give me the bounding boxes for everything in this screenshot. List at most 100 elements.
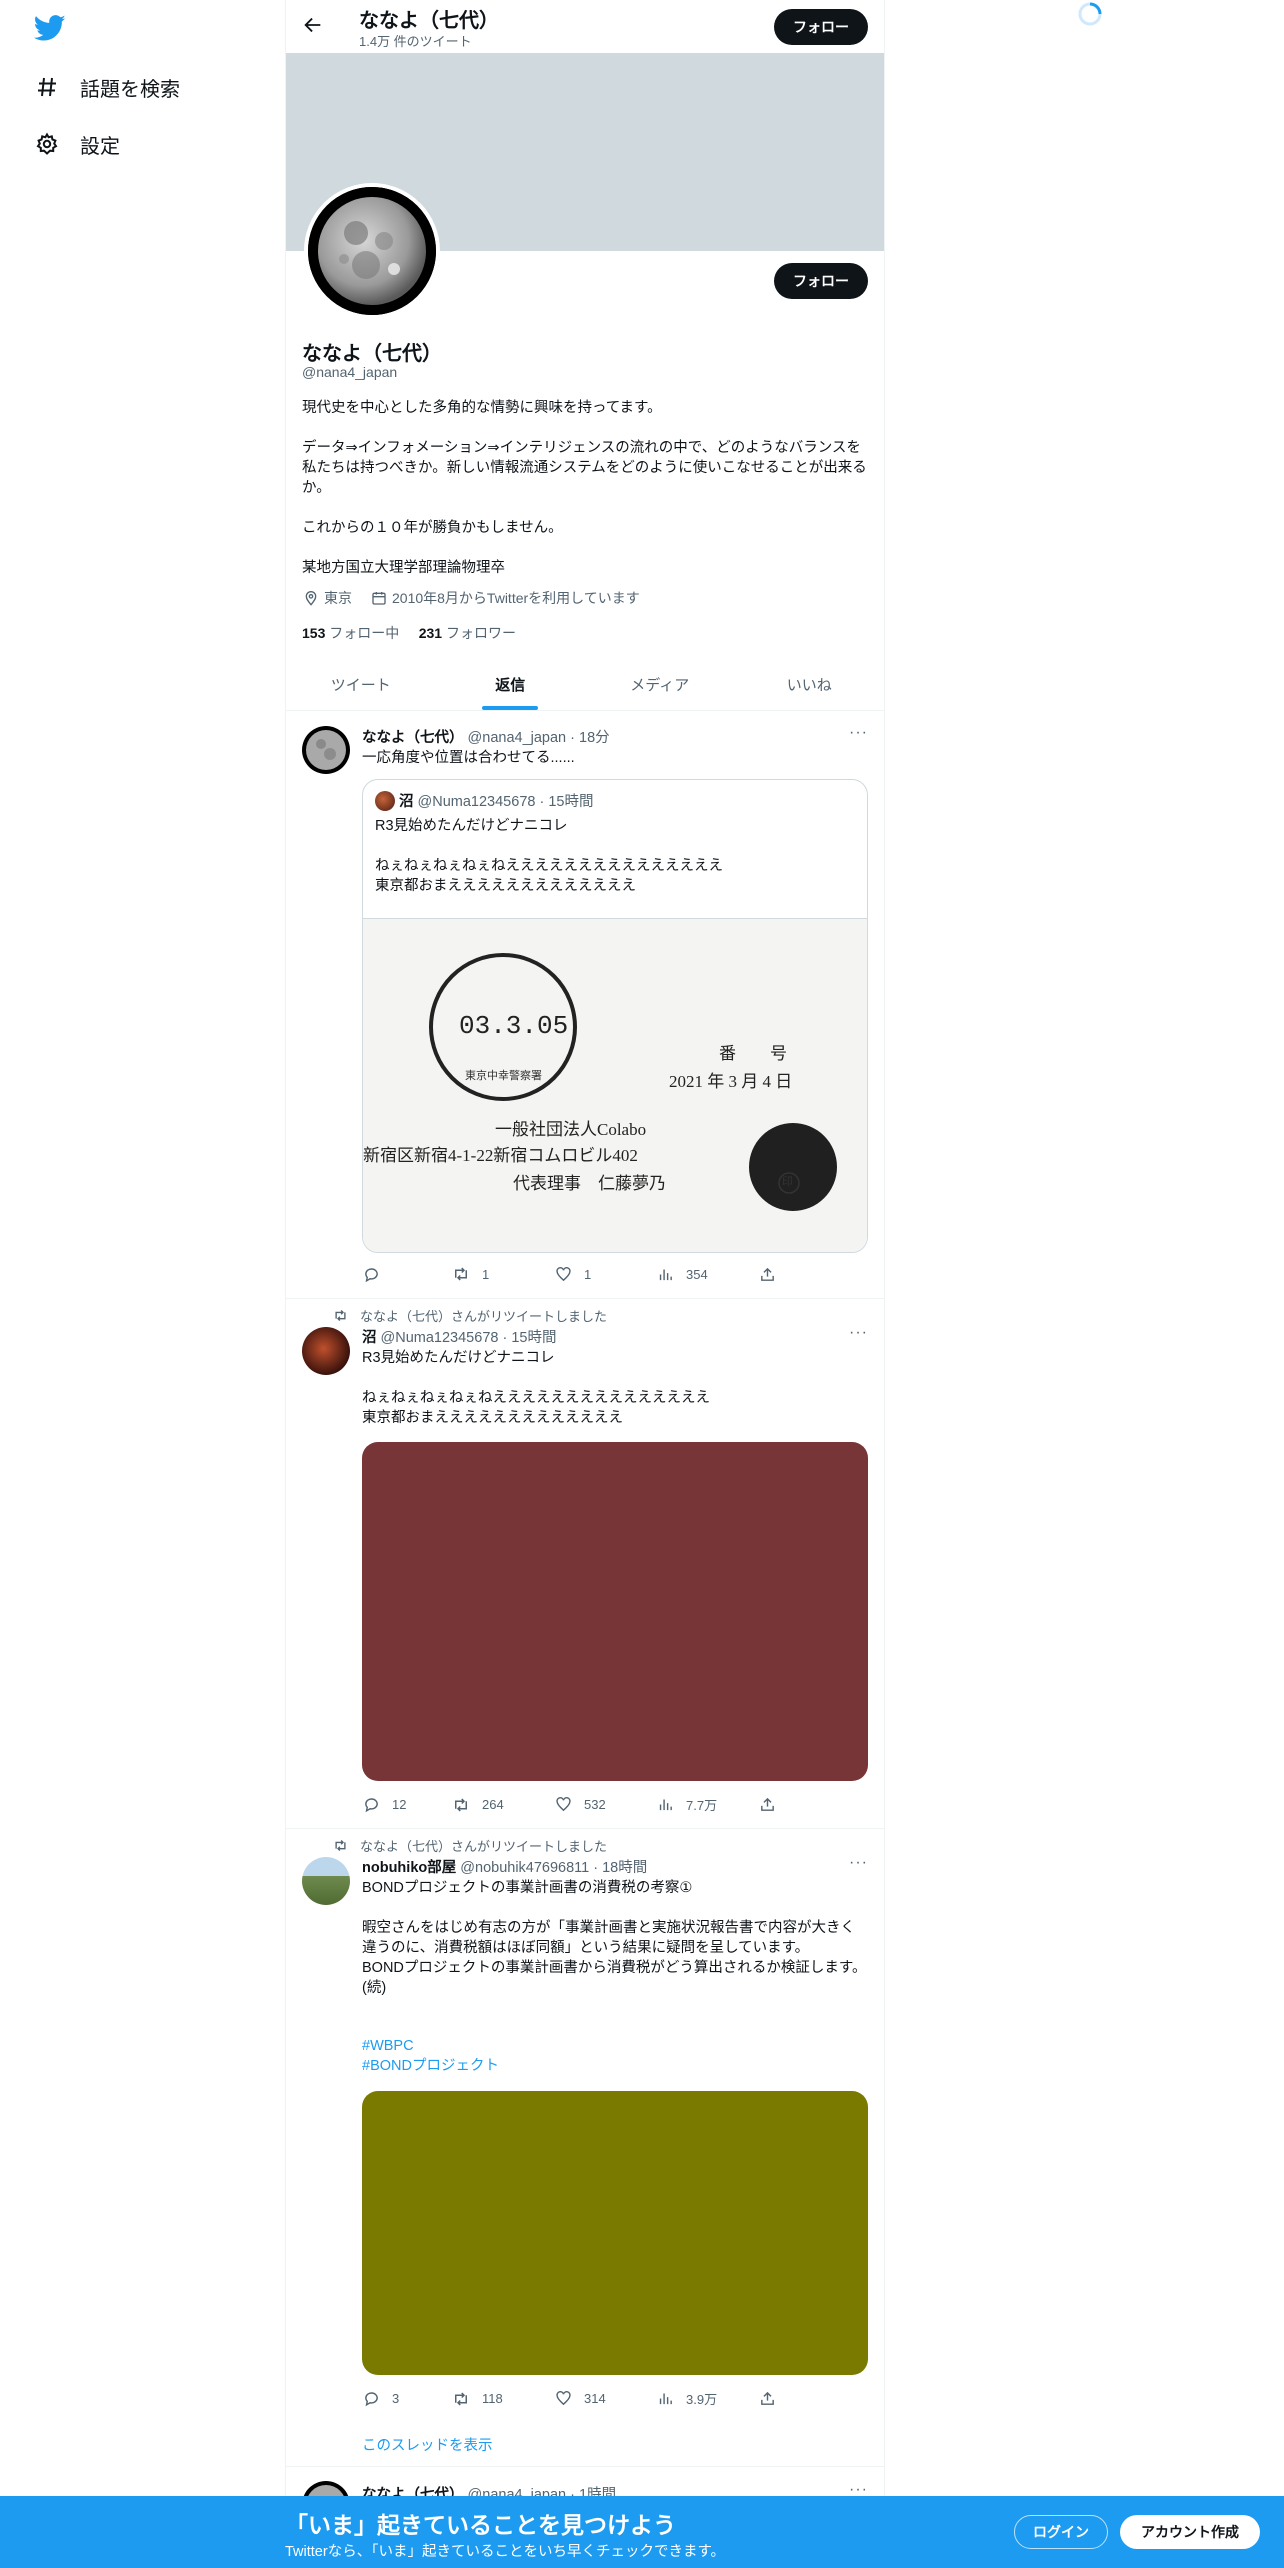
quoted-tweet-text: R3見始めたんだけどナニコレ ねぇねぇねぇねぇねえええええええええええええええ … <box>375 818 723 894</box>
nav-item-explore-label: 話題を検索 <box>80 78 180 101</box>
retweet-icon <box>452 1265 470 1283</box>
tweet-actions: 3 118 314 3.9万 <box>362 2389 802 2408</box>
share-button[interactable] <box>758 1265 788 1283</box>
reply-button[interactable]: 3 <box>362 2389 452 2408</box>
share-icon <box>758 1796 776 1814</box>
tweet-header: ななよ（七代） @nana4_japan · 18分 <box>362 730 610 746</box>
retweet-button[interactable]: 1 <box>452 1265 554 1283</box>
heart-icon <box>554 1796 572 1814</box>
profile-meta: 東京 2010年8月からTwitterを利用しています <box>302 588 640 608</box>
reply-icon <box>362 2390 380 2408</box>
retweet-context: ななよ（七代）さんがリツイートしました <box>330 1306 607 1325</box>
avatar[interactable] <box>302 1327 350 1375</box>
profile-name: ななよ（七代） <box>302 343 442 365</box>
reply-icon <box>362 1265 380 1283</box>
views-button[interactable]: 354 <box>656 1265 758 1283</box>
avatar <box>375 790 395 811</box>
views-chart-icon <box>656 1265 674 1283</box>
login-prompt-bar: 「いま」起きていることを見つけよう Twitterなら、「いま」起きていることを… <box>0 2496 1284 2568</box>
retweet-context: ななよ（七代）さんがリツイートしました <box>330 1836 607 1855</box>
like-button[interactable]: 314 <box>554 2389 656 2408</box>
tab-tweets[interactable]: ツイート <box>286 658 436 710</box>
loading-spinner-icon <box>1077 1 1103 27</box>
nav-item-explore[interactable]: 話題を検索 <box>34 67 180 107</box>
login-prompt-title: 「いま」起きていることを見つけよう <box>285 2512 676 2538</box>
heart-icon <box>554 1265 572 1283</box>
like-button[interactable]: 532 <box>554 1795 656 1814</box>
nav-item-settings-label: 設定 <box>80 135 120 158</box>
reply-icon <box>362 1796 380 1814</box>
profile-location: 東京 <box>324 590 352 606</box>
tweet[interactable]: ななよ（七代） @nana4_japan · 18分 ··· 一応角度や位置は合… <box>286 712 884 1299</box>
profile-handle: @nana4_japan <box>302 364 398 380</box>
quoted-tweet-header: 沼 @Numa12345678 · 15時間 <box>375 790 593 811</box>
left-navigation: 話題を検索 設定 <box>0 0 285 2568</box>
hashtag-icon <box>34 74 60 100</box>
share-icon <box>758 1265 776 1283</box>
share-button[interactable] <box>758 2389 788 2408</box>
share-button[interactable] <box>758 1795 788 1814</box>
doc-number-label: 番 号 <box>719 1044 787 1063</box>
avatar[interactable] <box>302 726 350 774</box>
views-button[interactable]: 7.7万 <box>656 1795 758 1814</box>
stamp-date: 03.3.05 <box>459 1011 569 1041</box>
doc-seal: 印 <box>782 1176 793 1188</box>
tweet-header: nobuhiko部屋 @nobuhik47696811 · 18時間 <box>362 1860 648 1876</box>
profile-joined-date: 2010年8月からTwitterを利用しています <box>392 590 640 606</box>
doc-organization: 一般社団法人Colabo <box>495 1120 647 1139</box>
retweet-icon <box>452 1796 470 1814</box>
more-options-icon[interactable]: ··· <box>849 1324 868 1342</box>
views-button[interactable]: 3.9万 <box>656 2389 758 2408</box>
reply-button[interactable]: 12 <box>362 1795 452 1814</box>
tweet-actions: 12 264 532 7.7万 <box>362 1795 802 1814</box>
views-chart-icon <box>656 1796 674 1814</box>
profile-follow-button[interactable]: フォロー <box>774 263 868 299</box>
header-profile-name: ななよ（七代） <box>359 10 499 32</box>
login-prompt-subtitle: Twitterなら、「いま」起きていることをいち早くチェックできます。 <box>285 2544 725 2560</box>
following-link[interactable]: 153 フォロー中 <box>302 625 399 641</box>
tweet[interactable]: ななよ（七代）さんがリツイートしました 沼 @Numa12345678 · 15… <box>286 1299 884 1829</box>
login-button[interactable]: ログイン <box>1014 2515 1108 2549</box>
retweet-button[interactable]: 118 <box>452 2389 554 2408</box>
nav-item-settings[interactable]: 設定 <box>34 124 120 164</box>
gear-icon <box>34 131 60 157</box>
tweet-text: 一応角度や位置は合わせてる...... <box>362 750 575 766</box>
hashtag-link[interactable]: #WBPC <box>362 2036 868 2056</box>
tweet-image[interactable] <box>362 2091 868 2375</box>
profile-follow-counts: 153 フォロー中 231 フォロワー <box>302 623 516 643</box>
hashtag-link[interactable]: #BONDプロジェクト <box>362 2056 868 2076</box>
reply-button[interactable] <box>362 1265 452 1283</box>
header-follow-button[interactable]: フォロー <box>774 9 868 45</box>
tweet[interactable]: ななよ（七代）さんがリツイートしました nobuhiko部屋 @nobuhik4… <box>286 1829 884 2467</box>
back-arrow-icon[interactable] <box>302 14 328 40</box>
doc-representative: 代表理事 仁藤夢乃 <box>513 1174 666 1193</box>
like-button[interactable]: 1 <box>554 1265 656 1283</box>
tweet-text: R3見始めたんだけどナニコレ ねぇねぇねぇねぇねえええええええええええええええ … <box>362 1350 710 1426</box>
tweet-actions: 1 1 354 <box>362 1265 802 1283</box>
tweet-image[interactable] <box>362 1442 868 1781</box>
doc-address: 新宿区新宿4-1-22新宿コムロビル402 <box>363 1146 638 1165</box>
tab-replies[interactable]: 返信 <box>436 658 586 710</box>
tab-likes[interactable]: いいね <box>735 658 885 710</box>
twitter-logo-icon[interactable] <box>33 12 66 44</box>
doc-date: 2021 年 3 月 4 日 <box>669 1072 793 1091</box>
main-column: ななよ（七代） 1.4万 件のツイート フォロー フォロー ななよ（七代） @n… <box>285 0 885 2568</box>
quoted-tweet-image[interactable]: 03.3.05 東京中幸警察署 番 号 2021 年 3 月 4 日 一般社団法… <box>363 918 867 1252</box>
profile-avatar[interactable] <box>304 183 440 319</box>
show-thread-link[interactable]: このスレッドを表示 <box>362 2434 493 2455</box>
avatar[interactable] <box>302 1857 350 1905</box>
followers-link[interactable]: 231 フォロワー <box>419 625 516 641</box>
calendar-icon <box>370 589 388 607</box>
signup-button[interactable]: アカウント作成 <box>1120 2515 1260 2549</box>
retweet-icon <box>452 2390 470 2408</box>
heart-icon <box>554 2390 572 2408</box>
views-chart-icon <box>656 2390 674 2408</box>
profile-tabs: ツイート 返信 メディア いいね <box>286 658 884 711</box>
header-tweet-count: 1.4万 件のツイート <box>359 34 472 49</box>
retweet-icon <box>330 1838 348 1853</box>
more-options-icon[interactable]: ··· <box>849 1854 868 1872</box>
retweet-button[interactable]: 264 <box>452 1795 554 1814</box>
more-options-icon[interactable]: ··· <box>849 724 868 742</box>
quoted-tweet[interactable]: 沼 @Numa12345678 · 15時間 R3見始めたんだけどナニコレ ねぇ… <box>362 779 868 1253</box>
tab-media[interactable]: メディア <box>585 658 735 710</box>
